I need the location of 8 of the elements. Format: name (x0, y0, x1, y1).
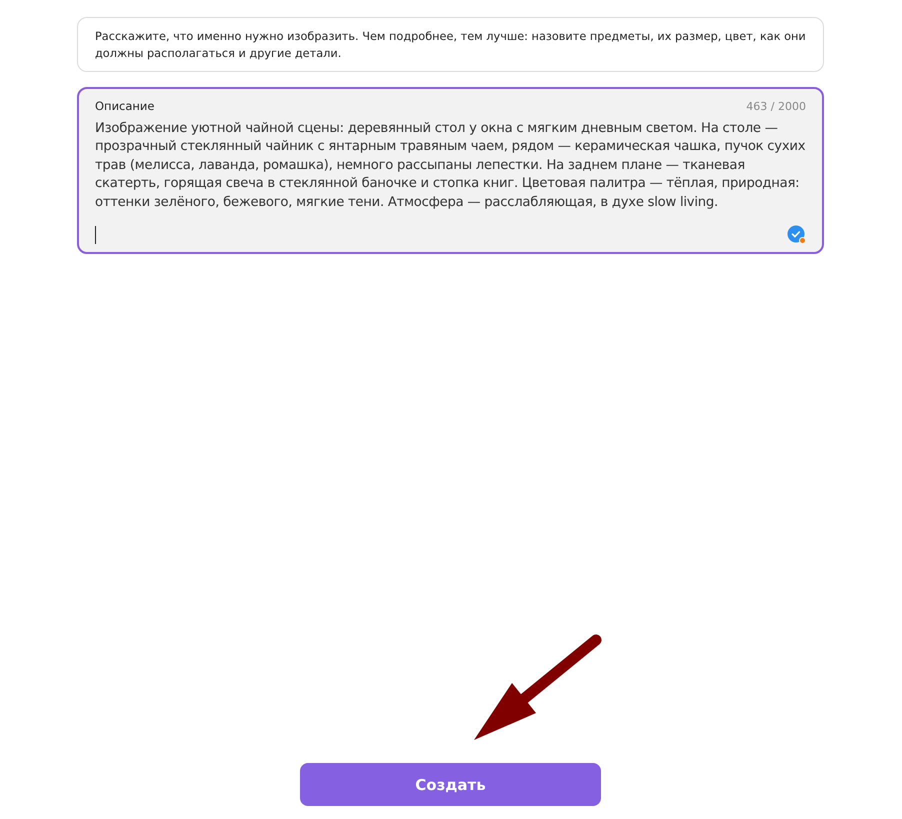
character-counter: 463 / 2000 (746, 100, 806, 112)
hint-text: Расскажите, что именно нужно изобразить. Чем подробнее, тем лучше: назовите предметы, их размер, цвет, как они должны располагаться и другие детали. (77, 17, 824, 72)
field-label: Описание (95, 99, 154, 113)
description-field[interactable] (77, 87, 824, 254)
create-button[interactable]: Создать (300, 763, 601, 806)
field-value: Изображение уютной чайной сцены: деревянный стол у окна с мягким дневным светом. На столе — прозрачный стеклянный чайник с янтарным травяным чаем, рядом — керамическая чашка, пучок сухих трав (мелисса, лаванда, ромашка), немного рассыпаны лепестки. На заднем плане — тканевая скатерть, горящая свеча в стеклянной баночке и стопка книг. Цветовая палитра — тёплая, природная: оттенки зелёного, бежевого, мягкие тени. Атмосфера — расслабляющая, в духе slow living. (95, 120, 806, 212)
check-icon (787, 225, 806, 244)
text-cursor (95, 226, 96, 244)
